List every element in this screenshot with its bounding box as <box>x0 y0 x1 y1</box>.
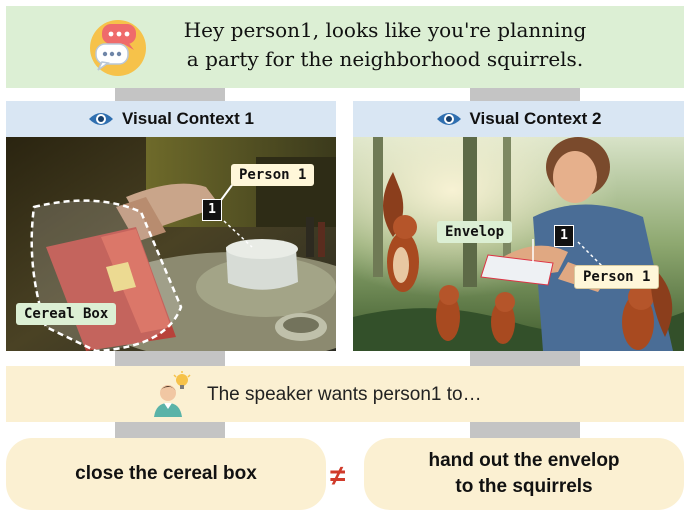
utterance-line-1: Hey person1, looks like you're planning <box>183 18 587 42</box>
answer-right: hand out the envelop to the squirrels <box>364 438 684 510</box>
eye-icon <box>89 113 114 125</box>
visual-context-1-image: 1 Person 1 Cereal Box <box>6 137 336 351</box>
visual-context-1-header: Visual Context 1 <box>6 101 336 137</box>
visual-context-2-image: Envelop 1 Person 1 <box>353 137 684 351</box>
connector <box>470 88 580 101</box>
connector <box>470 422 580 438</box>
utterance-line-2: a party for the neighborhood squirrels. <box>186 47 584 71</box>
connector <box>115 88 225 101</box>
lightbulb-person-icon <box>154 371 191 417</box>
answer-left-text: close the cereal box <box>75 463 257 484</box>
connector <box>115 351 225 366</box>
visual-context-2-title: Visual Context 2 <box>469 109 602 128</box>
not-equal-sign: ≠ <box>330 460 346 491</box>
eye-icon <box>436 113 461 125</box>
person-1-tag: Person 1 <box>574 265 660 289</box>
person-number-marker: 1 <box>554 225 574 247</box>
answer-right-line-2: to the squirrels <box>455 476 593 497</box>
utterance-text: Hey person1, looks like you're planning … <box>150 16 620 74</box>
answer-right-line-1: hand out the envelop <box>428 450 620 471</box>
person-1-tag: Person 1 <box>231 164 315 186</box>
visual-context-2-header: Visual Context 2 <box>353 101 684 137</box>
answer-left: close the cereal box <box>6 438 326 510</box>
connector <box>470 351 580 366</box>
envelop-tag: Envelop <box>437 221 513 243</box>
visual-context-1-title: Visual Context 1 <box>122 109 254 128</box>
cereal-box-tag: Cereal Box <box>16 303 117 325</box>
person-number-marker: 1 <box>202 199 222 221</box>
speaker-intent-text: The speaker wants person1 to… <box>207 384 482 405</box>
connector <box>115 422 225 438</box>
speech-bubbles-icon <box>90 20 146 76</box>
